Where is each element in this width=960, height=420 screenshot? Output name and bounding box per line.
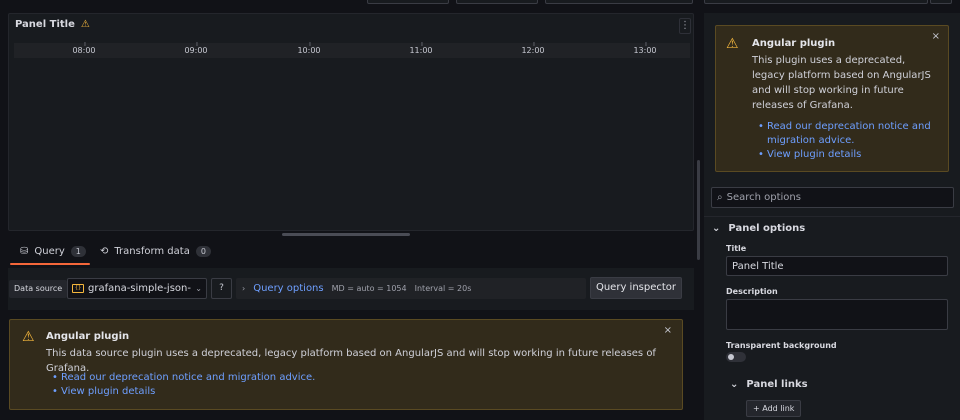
panel-menu-icon[interactable]: ⋮ xyxy=(679,18,691,34)
panel-preview: Panel Title ⚠ ⋮ 08:00 09:00 10:00 11:00 … xyxy=(8,13,694,231)
search-placeholder: Search options xyxy=(726,192,801,203)
section-title: Panel options xyxy=(728,223,806,234)
tab-transform[interactable]: ⟲ Transform data 0 xyxy=(100,246,211,257)
time-tick: 11:00 xyxy=(409,42,433,55)
alert-links: Read our deprecation notice and migratio… xyxy=(758,120,938,162)
tab-count-badge: 1 xyxy=(70,246,86,257)
warning-icon[interactable]: ⚠ xyxy=(81,19,90,30)
toolbar-button[interactable] xyxy=(930,0,952,4)
panel-header: Panel Title ⚠ xyxy=(15,19,90,30)
time-tick: 08:00 xyxy=(72,42,96,55)
query-options-bar[interactable]: › Query options MD = auto = 1054 Interva… xyxy=(236,278,586,299)
plugin-details-link[interactable]: View plugin details xyxy=(52,385,315,399)
transparent-toggle[interactable] xyxy=(726,352,746,362)
tab-label: Query xyxy=(34,246,65,257)
toolbar-button[interactable] xyxy=(367,0,449,4)
plugin-details-link[interactable]: View plugin details xyxy=(758,148,938,162)
max-data-points: MD = auto = 1054 xyxy=(331,284,407,293)
chevron-down-icon: ⌄ xyxy=(730,379,739,390)
panel-links-section[interactable]: ⌄ Panel links xyxy=(730,379,808,390)
title-input-value: Panel Title xyxy=(732,260,784,272)
angular-alert-right: ⚠ Angular plugin This plugin uses a depr… xyxy=(715,25,949,172)
title-label: Title xyxy=(726,244,747,253)
panel-options-section[interactable]: ⌄ Panel options xyxy=(712,223,805,234)
interval: Interval = 20s xyxy=(414,284,472,293)
query-inspector-button[interactable]: Query inspector xyxy=(590,277,682,299)
tab-count-badge: 0 xyxy=(195,246,211,257)
chevron-down-icon: ⌄ xyxy=(712,223,721,234)
title-input[interactable]: Panel Title xyxy=(726,256,948,276)
alert-links: Read our deprecation notice and migratio… xyxy=(52,371,315,399)
deprecation-link[interactable]: Read our deprecation notice and migratio… xyxy=(52,371,315,385)
description-textarea[interactable] xyxy=(726,299,948,330)
tab-query[interactable]: ⛁ Query 1 xyxy=(20,246,86,257)
warning-icon: ⚠ xyxy=(22,329,35,345)
toolbar-button[interactable] xyxy=(704,0,928,4)
add-link-button[interactable]: + Add link xyxy=(746,400,802,417)
transform-icon: ⟲ xyxy=(100,246,109,257)
time-tick: 12:00 xyxy=(521,42,545,55)
json-datasource-icon: {} xyxy=(72,284,84,293)
time-axis: 08:00 09:00 10:00 11:00 12:00 13:00 xyxy=(14,42,690,58)
chevron-down-icon: ⌄ xyxy=(195,284,202,293)
toolbar-button[interactable] xyxy=(456,0,538,4)
search-icon: ⌕ xyxy=(717,192,723,203)
divider xyxy=(704,216,960,217)
tab-label: Transform data xyxy=(114,246,190,257)
data-source-label: Data source xyxy=(9,280,68,298)
panel-title: Panel Title xyxy=(15,19,75,30)
data-source-select[interactable]: {} grafana-simple-json-dat ⌄ xyxy=(67,278,207,299)
time-tick: 10:00 xyxy=(297,42,321,55)
vertical-splitter[interactable] xyxy=(697,160,700,260)
deprecation-link[interactable]: Read our deprecation notice and migratio… xyxy=(758,120,938,148)
help-icon[interactable]: ? xyxy=(211,278,232,299)
alert-title: Angular plugin xyxy=(752,38,836,49)
toolbar-button[interactable] xyxy=(545,0,693,4)
transparent-label: Transparent background xyxy=(726,341,837,350)
time-tick: 09:00 xyxy=(184,42,208,55)
warning-icon: ⚠ xyxy=(726,36,739,52)
chevron-right-icon: › xyxy=(242,284,246,293)
data-source-value: grafana-simple-json-dat xyxy=(88,283,191,294)
database-icon: ⛁ xyxy=(20,246,29,257)
close-icon[interactable]: × xyxy=(932,31,940,42)
alert-title: Angular plugin xyxy=(46,331,130,342)
close-icon[interactable]: × xyxy=(664,325,672,336)
toggle-knob xyxy=(728,354,734,360)
time-tick: 13:00 xyxy=(633,42,657,55)
query-options-link[interactable]: Query options xyxy=(253,283,323,294)
alert-body: This plugin uses a deprecated, legacy pl… xyxy=(752,55,931,111)
top-toolbar xyxy=(0,0,960,8)
description-label: Description xyxy=(726,287,778,296)
search-options-input[interactable]: ⌕ Search options xyxy=(711,187,954,208)
active-tab-indicator xyxy=(10,263,90,265)
section-title: Panel links xyxy=(746,379,808,390)
angular-alert-bottom: ⚠ Angular plugin This data source plugin… xyxy=(9,319,683,410)
horizontal-splitter[interactable] xyxy=(282,233,410,236)
